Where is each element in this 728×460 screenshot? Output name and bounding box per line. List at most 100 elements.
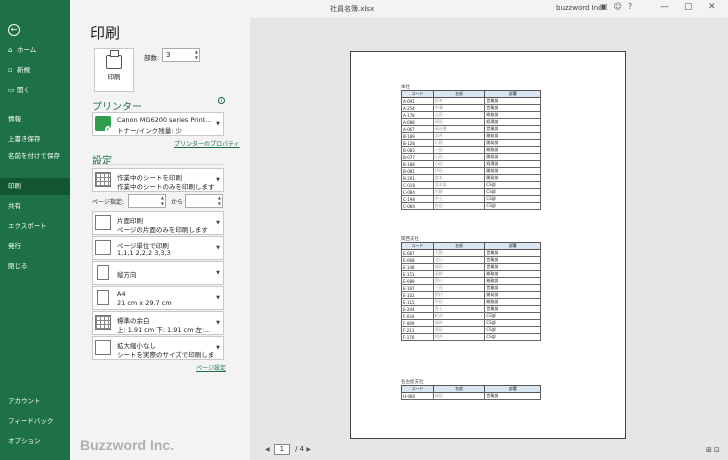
nav-share[interactable]: 共有 — [0, 198, 70, 215]
info-icon[interactable]: i — [218, 97, 225, 104]
table-row: A-088 岡田 経理部 — [401, 118, 541, 126]
nav-close[interactable]: 閉じる — [0, 258, 70, 275]
table-cell: 吉井 — [432, 132, 486, 140]
table-row: C-198 中上 CS部 — [401, 195, 541, 203]
printer-select[interactable]: Canon MG6200 series Print… トナー/インク残量: 少 … — [92, 112, 224, 136]
next-page-icon[interactable]: ▶ — [306, 446, 311, 453]
table-cell: 三田 — [432, 284, 486, 292]
nav-label: 新規 — [17, 66, 30, 74]
divider — [92, 164, 224, 165]
table-row: B-201 倉本 開発部 — [401, 174, 541, 182]
chevron-down-icon: ▼ — [216, 245, 220, 251]
watermark: Buzzword Inc. — [80, 437, 175, 453]
coauthor-icon[interactable]: ☺ — [614, 2, 628, 11]
page-title: 印刷 — [90, 24, 121, 42]
table-cell: 営業部 — [484, 256, 541, 264]
table-cell: B-189 — [401, 132, 434, 140]
table-row: A-091 鈴木 営業部 — [401, 97, 541, 105]
table-row: A-254 中澤 営業部 — [401, 104, 541, 112]
table-row: B-081 伊田 開発部 — [401, 167, 541, 175]
orientation-select[interactable]: 縦方向 ▼ — [92, 261, 224, 285]
table-cell: CS部 — [484, 202, 541, 210]
table-cell: 東野 — [432, 270, 486, 278]
column-header: 部署 — [484, 385, 541, 393]
table-row: C-084 古野 CS部 — [401, 188, 541, 196]
table-cell: 福田 — [432, 263, 486, 271]
chevron-down-icon: ▼ — [216, 220, 220, 226]
chevron-down-icon: ▼ — [216, 295, 220, 301]
table-cell: C-198 — [401, 195, 434, 203]
nav-publish[interactable]: 発行 — [0, 238, 70, 255]
table-cell: 営業部 — [484, 284, 541, 292]
page-setup-link[interactable]: ページ設定 — [196, 363, 226, 372]
chevron-down-icon: ▼ — [216, 177, 220, 183]
table-cell: 原田 — [432, 326, 486, 334]
table-cell: 伊田 — [432, 167, 486, 175]
backstage-nav: ← ⌂ ホーム ▫ 新規 ▭ 開く 情報 上書き保存 名前を付けて保存 印刷 共有 エ… — [0, 0, 70, 460]
table-cell: 井上 — [432, 305, 486, 313]
nav-options[interactable]: オプション — [0, 433, 70, 450]
table-cell: 営業部 — [484, 125, 541, 133]
scaling-select[interactable]: 拡大縮小なし シートを実際のサイズで印刷します ▼ — [92, 336, 224, 360]
nav-new[interactable]: ▫ 新規 — [0, 62, 70, 79]
nav-save[interactable]: 上書き保存 — [0, 131, 70, 148]
page-from-input[interactable]: ▲ ▼ — [128, 194, 166, 208]
table-cell: A-067 — [401, 125, 434, 133]
print-settings-panel: 印刷 印刷 部数: 3 ▲▼ プリンター i Canon MG6200 seri… — [70, 18, 250, 460]
nav-home[interactable]: ⌂ ホーム — [0, 42, 70, 59]
printer-icon — [106, 50, 122, 69]
table-cell: C-084 — [401, 202, 434, 210]
minimize-icon[interactable]: — — [660, 2, 669, 12]
page-to-input[interactable]: ▲ ▼ — [185, 194, 223, 208]
window-title: 社員名簿.xlsx — [330, 5, 375, 13]
table-cell: B-201 — [401, 174, 434, 182]
nav-save-as[interactable]: 名前を付けて保存 — [0, 151, 70, 173]
close-icon[interactable]: ✕ — [708, 2, 716, 12]
nav-print[interactable]: 印刷 — [0, 178, 70, 195]
table-cell: 秋田 — [432, 202, 486, 210]
table-row: F-034 町沢 CS部 — [401, 312, 541, 320]
prev-page-icon[interactable]: ◀ — [265, 446, 270, 453]
margins-desc: 上: 1.91 cm 下: 1.91 cm 左:… — [117, 326, 211, 334]
spin-arrows-icon[interactable]: ▲ ▼ — [195, 49, 198, 61]
print-what-select[interactable]: 作業中のシートを印刷 作業中のシートのみを印刷します ▼ — [92, 168, 224, 192]
collate-select[interactable]: ページ単位で印刷 1,1,1 2,2,2 3,3,3 ▼ — [92, 236, 224, 260]
table-cell: 営業部 — [484, 263, 541, 271]
spin-arrows-icon[interactable]: ▲ ▼ — [161, 195, 164, 207]
page-navigator: ◀ 1 / 4 ▶ — [265, 444, 311, 455]
margins-select[interactable]: 標準の余白 上: 1.91 cm 下: 1.91 cm 左:… ▼ — [92, 311, 224, 335]
user-name[interactable]: buzzword Inc. — [556, 4, 604, 12]
table-cell: 吉田 — [432, 111, 486, 119]
maximize-icon[interactable]: ▢ — [684, 2, 693, 12]
nav-info[interactable]: 情報 — [0, 111, 70, 128]
table-cell: 岡田 — [432, 118, 486, 126]
column-header: 部署 — [484, 90, 541, 98]
table-cell: 石田 — [432, 160, 486, 168]
nav-feedback[interactable]: フィードバック — [0, 413, 70, 430]
table-cell: A-178 — [401, 111, 434, 119]
column-header: 名前 — [432, 90, 486, 98]
back-arrow-icon[interactable]: ← — [8, 24, 20, 36]
margins-icon — [95, 315, 111, 330]
user-avatar-icon[interactable]: ▣ — [600, 2, 614, 11]
table-cell: B-083 — [401, 146, 434, 154]
sides-select[interactable]: 片面印刷 ページの片面のみを印刷します ▼ — [92, 211, 224, 235]
page-number-input[interactable]: 1 — [273, 444, 290, 455]
show-margins-icon[interactable]: ⊞ — [706, 446, 714, 454]
table-cell: 平田 — [432, 298, 486, 306]
printer-properties-link[interactable]: プリンターのプロパティ — [174, 139, 240, 148]
new-document-icon: ▫ — [8, 66, 13, 74]
table-cell: E-068 — [401, 256, 434, 264]
print-button[interactable]: 印刷 — [94, 48, 134, 92]
nav-open[interactable]: ▭ 開く — [0, 82, 70, 99]
copies-stepper[interactable]: 3 ▲ ▼ — [162, 48, 200, 62]
spin-arrows-icon[interactable]: ▲ ▼ — [218, 195, 221, 207]
nav-export[interactable]: エクスポート — [0, 218, 70, 235]
nav-account[interactable]: アカウント — [0, 393, 70, 410]
orientation-label: 縦方向 — [117, 271, 137, 279]
table-cell: 一田 — [432, 146, 486, 154]
paper-size-select[interactable]: A4 21 cm x 29.7 cm ▼ — [92, 286, 224, 310]
help-icon[interactable]: ? — [628, 2, 638, 11]
table-cell: CS部 — [484, 181, 541, 189]
zoom-to-page-icon[interactable]: ⊡ — [714, 446, 722, 454]
